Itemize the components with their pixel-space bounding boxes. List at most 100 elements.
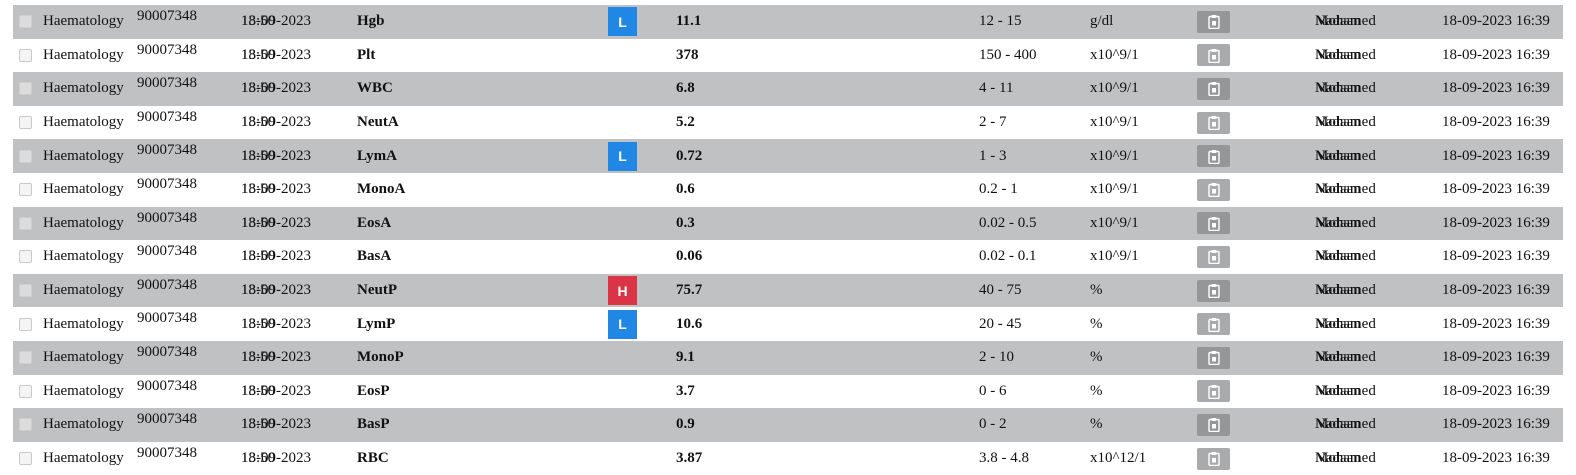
clipboard-button[interactable] — [1197, 279, 1230, 302]
checkbox[interactable] — [19, 418, 32, 432]
user-cell: Mohamed Nadaan — [1315, 408, 1376, 442]
row-checkbox[interactable] — [19, 5, 32, 39]
date-overlay-text: 13:50 — [241, 181, 276, 198]
user-cell: Mohamed Nadaan — [1315, 39, 1376, 73]
row-checkbox[interactable] — [19, 173, 32, 207]
table-row[interactable]: Haematology 90007348 18-09-2023 13:50 Neu… — [13, 273, 1563, 308]
user-overlay-text: Nadaan — [1315, 315, 1361, 332]
date-cell: 18-09-2023 13:50 — [241, 173, 311, 207]
clipboard-button[interactable] — [1197, 413, 1230, 436]
row-checkbox[interactable] — [19, 408, 32, 442]
flag-badge: H — [608, 276, 637, 306]
action-cell — [1197, 106, 1230, 140]
clipboard-icon — [1207, 216, 1221, 231]
clipboard-button[interactable] — [1197, 313, 1230, 336]
clipboard-button[interactable] — [1197, 178, 1230, 201]
department-cell: Haematology — [43, 114, 124, 131]
checkbox[interactable] — [19, 216, 32, 230]
table-row[interactable]: Haematology 90007348 18-09-2023 13:50 Eos… — [13, 374, 1563, 409]
user-cell: Mohamed Nadaan — [1315, 106, 1376, 140]
reference-range-cell: 4 - 11 — [979, 80, 1014, 97]
table-row[interactable]: Haematology 90007348 18-09-2023 13:50 WBC… — [13, 72, 1563, 106]
clipboard-button[interactable] — [1197, 145, 1230, 168]
timestamp-cell: 18-09-2023 16:39 — [1442, 315, 1550, 332]
table-row[interactable]: Haematology 90007348 18-09-2023 13:50 Hgb… — [13, 5, 1563, 39]
clipboard-button[interactable] — [1197, 346, 1230, 369]
reference-range-cell: 20 - 45 — [979, 315, 1022, 332]
user-overlay-text: Nadaan — [1315, 349, 1361, 366]
clipboard-button[interactable] — [1197, 380, 1230, 403]
user-overlay-text: Nadaan — [1315, 46, 1361, 63]
clipboard-button[interactable] — [1197, 44, 1230, 67]
row-checkbox[interactable] — [19, 375, 32, 409]
date-cell: 18-09-2023 13:50 — [241, 341, 311, 375]
result-cell: 75.7 — [676, 282, 703, 299]
user-overlay-text: Nadaan — [1315, 214, 1361, 231]
unit-cell: x10^9/1 — [1090, 147, 1139, 164]
accession-cell: 90007348 — [137, 75, 197, 92]
checkbox[interactable] — [19, 48, 32, 62]
clipboard-button[interactable] — [1197, 245, 1230, 268]
user-cell: Mohamed Nadaan — [1315, 72, 1376, 106]
department-cell: Haematology — [43, 80, 124, 97]
user-cell: Mohamed Nadaan — [1315, 341, 1376, 375]
table-row[interactable]: Haematology 90007348 18-09-2023 13:50 Lym… — [13, 307, 1563, 341]
table-row[interactable]: Haematology 90007348 18-09-2023 13:50 Bas… — [13, 240, 1563, 274]
table-row[interactable]: Haematology 90007348 18-09-2023 13:50 Bas… — [13, 408, 1563, 442]
reference-range-cell: 0.02 - 0.1 — [979, 248, 1037, 265]
department-cell: Haematology — [43, 282, 124, 299]
table-row[interactable]: Haematology 90007348 18-09-2023 13:50 Plt… — [13, 38, 1563, 73]
checkbox[interactable] — [19, 250, 32, 264]
table-row[interactable]: Haematology 90007348 18-09-2023 13:50 Neu… — [13, 105, 1563, 140]
checkbox[interactable] — [19, 15, 32, 29]
row-checkbox[interactable] — [19, 442, 32, 475]
checkbox[interactable] — [19, 351, 32, 365]
row-checkbox[interactable] — [19, 307, 32, 341]
department-cell: Haematology — [43, 450, 124, 467]
accession-cell: 90007348 — [137, 377, 197, 394]
clipboard-button[interactable] — [1197, 77, 1230, 100]
clipboard-button[interactable] — [1197, 212, 1230, 235]
row-checkbox[interactable] — [19, 106, 32, 140]
clipboard-icon — [1207, 249, 1221, 265]
clipboard-button[interactable] — [1197, 10, 1230, 33]
checkbox[interactable] — [19, 183, 32, 197]
row-checkbox[interactable] — [19, 341, 32, 375]
row-checkbox[interactable] — [19, 139, 32, 173]
reference-range-cell: 2 - 10 — [979, 349, 1014, 366]
table-row[interactable]: Haematology 90007348 18-09-2023 13:50 Mon… — [13, 340, 1563, 375]
action-cell — [1197, 375, 1230, 409]
checkbox[interactable] — [19, 149, 32, 163]
checkbox[interactable] — [19, 317, 32, 331]
action-cell — [1197, 207, 1230, 241]
test-name-cell: MonoA — [357, 181, 406, 198]
table-row[interactable]: Haematology 90007348 18-09-2023 13:50 RBC… — [13, 441, 1563, 475]
clipboard-button[interactable] — [1197, 111, 1230, 134]
clipboard-icon — [1207, 451, 1221, 467]
reference-range-cell: 0.2 - 1 — [979, 181, 1018, 198]
table-row[interactable]: Haematology 90007348 18-09-2023 13:50 Mon… — [13, 172, 1563, 207]
checkbox[interactable] — [19, 116, 32, 130]
accession-cell: 90007348 — [137, 209, 197, 226]
user-overlay-text: Nadaan — [1315, 382, 1361, 399]
test-name-cell: BasP — [357, 416, 390, 433]
checkbox[interactable] — [19, 452, 32, 466]
checkbox[interactable] — [19, 284, 32, 298]
test-name-cell: EosA — [357, 214, 392, 231]
accession-cell: 90007348 — [137, 411, 197, 428]
unit-cell: % — [1090, 416, 1103, 433]
table-row[interactable]: Haematology 90007348 18-09-2023 13:50 Lym… — [13, 139, 1563, 173]
row-checkbox[interactable] — [19, 240, 32, 274]
checkbox[interactable] — [19, 384, 32, 398]
row-checkbox[interactable] — [19, 39, 32, 73]
action-cell — [1197, 5, 1230, 39]
checkbox[interactable] — [19, 82, 32, 96]
row-checkbox[interactable] — [19, 72, 32, 106]
row-checkbox[interactable] — [19, 274, 32, 308]
action-cell — [1197, 274, 1230, 308]
row-checkbox[interactable] — [19, 207, 32, 241]
timestamp-cell: 18-09-2023 16:39 — [1442, 181, 1550, 198]
clipboard-button[interactable] — [1197, 447, 1230, 470]
table-row[interactable]: Haematology 90007348 18-09-2023 13:50 Eos… — [13, 206, 1563, 241]
date-overlay-text: 13:50 — [241, 80, 276, 97]
